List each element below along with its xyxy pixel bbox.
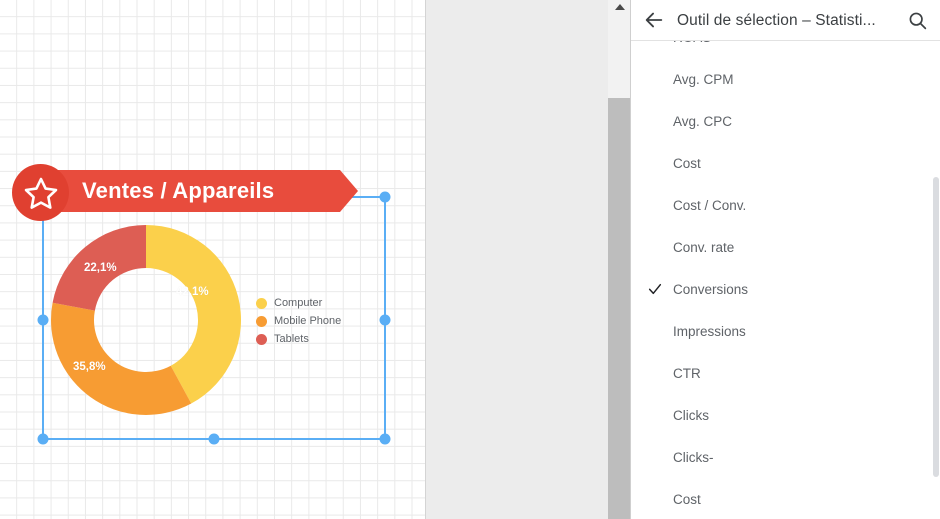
widget-title: Ventes / Appareils (82, 178, 275, 203)
metric-label: ROAS (673, 41, 711, 45)
metric-label: Cost / Conv. (673, 197, 747, 213)
back-arrow-icon (645, 12, 663, 28)
slide-side-panel (425, 0, 608, 519)
metric-label: Clicks- (673, 449, 714, 465)
metric-item[interactable]: CTR (631, 352, 940, 394)
legend-item: Tablets (256, 330, 341, 348)
triangle-up-icon (614, 4, 625, 10)
menu-scrollbar-track[interactable] (932, 82, 940, 519)
selection-handle-bottom-left[interactable] (37, 433, 49, 445)
metric-item[interactable]: ROAS (631, 41, 940, 58)
back-button[interactable] (631, 0, 677, 41)
slice-label-mobile: 35,8% (73, 361, 106, 373)
metric-label: Clicks (673, 407, 709, 423)
star-badge (12, 164, 69, 221)
metric-item[interactable]: Clicks- (631, 436, 940, 478)
metric-item[interactable]: Avg. CPM (631, 58, 940, 100)
donut-slices (50, 225, 242, 415)
widget-title-ribbon: Ventes / Appareils (58, 170, 358, 212)
legend-color-swatch (256, 333, 267, 345)
metric-label: CTR (673, 365, 701, 381)
metric-item[interactable]: Cost / Conv. (631, 184, 940, 226)
chart-legend: Computer Mobile Phone Tablets (256, 294, 341, 348)
metric-list-inner: ROAS Avg. CPM Avg. CPC Cost Cost / Conv. Conv… (631, 41, 940, 519)
donut-chart: 42,1% 35,8% 22,1% (48, 222, 244, 418)
selection-handle-bottom-center[interactable] (208, 433, 220, 445)
search-button[interactable] (894, 0, 940, 41)
selection-handle-middle-left[interactable] (37, 314, 49, 326)
selection-handle-middle-right[interactable] (379, 314, 391, 326)
legend-label: Mobile Phone (274, 315, 342, 327)
metric-item[interactable]: Conversions (631, 268, 940, 310)
donut-svg (50, 225, 242, 415)
star-icon (24, 177, 57, 209)
donut-slice (50, 302, 192, 415)
legend-item: Mobile Phone (256, 312, 341, 330)
selection-handle-bottom-right[interactable] (379, 433, 391, 445)
panel-header: Outil de sélection – Statisti... (631, 0, 940, 41)
metric-item[interactable]: Cost (631, 478, 940, 519)
chart-widget[interactable]: Ventes / Appareils 42,1% 35,8% 22,1% Com… (0, 0, 425, 519)
metric-label: Conversions (673, 281, 749, 297)
selection-handle-top-right[interactable] (379, 191, 391, 203)
metric-label: Cost (673, 155, 701, 171)
metric-item[interactable]: Clicks (631, 394, 940, 436)
legend-label: Tablets (274, 333, 309, 345)
metric-list[interactable]: ROAS Avg. CPM Avg. CPC Cost Cost / Conv. Conv… (631, 41, 940, 519)
legend-color-swatch (256, 297, 267, 309)
slide-canvas[interactable]: Ventes / Appareils 42,1% 35,8% 22,1% Com… (0, 0, 425, 519)
legend-color-swatch (256, 315, 267, 327)
metric-label: Impressions (673, 323, 746, 339)
legend-label: Computer (274, 297, 323, 309)
metric-label: Avg. CPM (673, 71, 734, 87)
metric-item[interactable]: Conv. rate (631, 226, 940, 268)
app-root: Ventes / Appareils 42,1% 35,8% 22,1% Com… (0, 0, 940, 519)
legend-item: Computer (256, 294, 341, 312)
metric-item[interactable]: Cost (631, 142, 940, 184)
metric-label: Avg. CPC (673, 113, 733, 129)
metric-item[interactable]: Impressions (631, 310, 940, 352)
metric-selection-panel: Outil de sélection – Statisti... ROAS Avg… (631, 0, 940, 519)
slice-label-tablets: 22,1% (84, 262, 117, 274)
metric-item[interactable]: Avg. CPC (631, 100, 940, 142)
panel-title: Outil de sélection – Statisti... (677, 11, 876, 29)
check-icon (648, 283, 662, 295)
panel-scrollbar-thumb[interactable] (608, 98, 630, 519)
slice-label-computer: 42,1% (176, 286, 209, 298)
menu-scrollbar-thumb[interactable] (933, 177, 939, 477)
search-icon (909, 12, 926, 29)
metric-label: Conv. rate (673, 239, 735, 255)
scroll-up-button[interactable] (608, 0, 631, 14)
metric-label: Cost (673, 491, 701, 507)
